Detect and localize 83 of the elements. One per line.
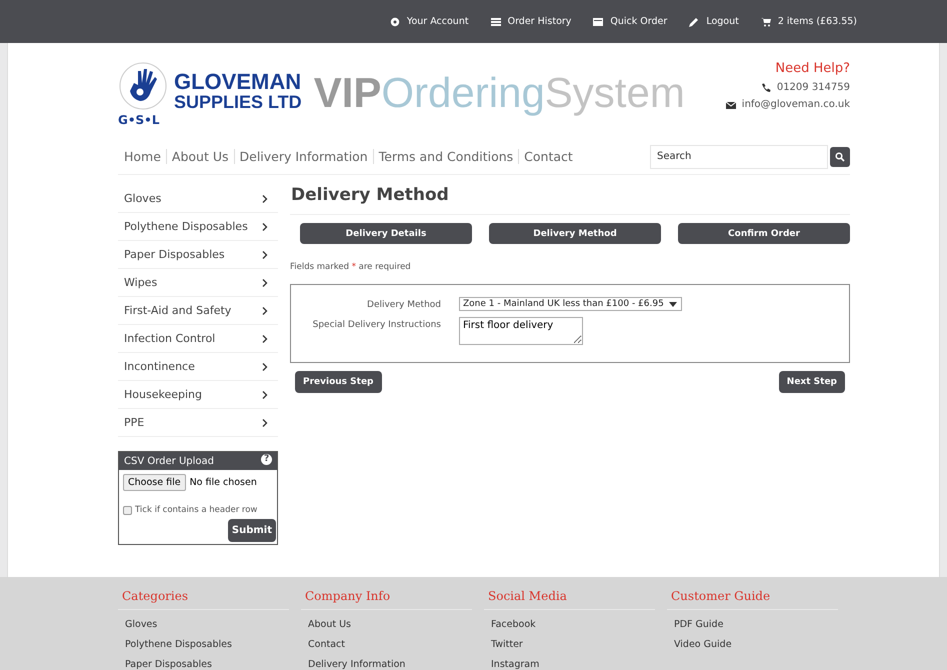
pencil-icon	[689, 16, 700, 26]
email-link[interactable]: info@gloveman.co.uk	[742, 99, 850, 110]
chevron-icon	[260, 278, 270, 288]
footer-link[interactable]: PDF Guide	[674, 619, 838, 630]
chevron-icon	[260, 334, 270, 344]
nav-link[interactable]: About Us	[166, 149, 234, 164]
site-title: System	[544, 69, 685, 116]
search-icon	[835, 152, 845, 162]
submit-button[interactable]: Submit	[228, 519, 276, 542]
site-title: Ordering	[381, 69, 545, 116]
footer-link[interactable]: Contact	[308, 639, 472, 650]
phone-number: 01209 314759	[776, 82, 850, 93]
sidebar-item[interactable]: Polythene Disposables	[118, 213, 278, 241]
help-icon	[261, 454, 272, 465]
footer-heading: Categories	[118, 589, 289, 610]
phone-icon	[760, 82, 771, 92]
step-button[interactable]: Confirm Order	[678, 223, 850, 244]
choose-file-button[interactable]: Choose file	[123, 474, 186, 491]
footer-link[interactable]: Twitter	[491, 639, 655, 650]
top-link[interactable]: 2 items (£63.55)	[760, 16, 857, 27]
sidebar-item[interactable]: Infection Control	[118, 325, 278, 353]
search-field[interactable]: Search	[650, 144, 828, 168]
sidebar-item[interactable]: Wipes	[118, 269, 278, 297]
next-button[interactable]: Next Step	[778, 371, 845, 393]
footer-heading: Social Media	[484, 589, 655, 610]
footer-link[interactable]: Gloves	[125, 619, 289, 630]
footer-link[interactable]: Paper Disposables	[125, 659, 289, 670]
footer-link[interactable]: Instagram	[491, 659, 655, 670]
chevron-icon	[260, 194, 270, 204]
chevron-icon	[260, 418, 270, 428]
footer-heading: Company Info	[301, 589, 472, 610]
page-heading: Delivery Method	[290, 185, 850, 215]
footer-link[interactable]: Polythene Disposables	[125, 639, 289, 650]
nav-link[interactable]: Home	[118, 149, 166, 164]
sidebar-item[interactable]: Paper Disposables	[118, 241, 278, 269]
search-button[interactable]	[830, 146, 850, 166]
footer-link[interactable]: About Us	[308, 619, 472, 630]
delivery-select[interactable]: Zone 1 - Mainland UK less than £100 - £6.95	[459, 297, 682, 311]
field-label: Delivery Method	[366, 299, 441, 311]
card-icon	[593, 16, 604, 26]
footer-link[interactable]: Delivery Information	[308, 659, 472, 670]
checkbox-label: Tick if contains a header row	[135, 505, 258, 515]
logo-text: GLOVEMAN	[174, 71, 302, 92]
chevron-icon	[260, 306, 270, 316]
envelope-icon	[726, 100, 736, 110]
panel-title: CSV Order Upload	[124, 456, 214, 466]
chevron-icon	[260, 362, 270, 372]
top-link[interactable]: Order History	[490, 16, 572, 27]
previous-button[interactable]: Previous Step	[295, 371, 382, 393]
nav-link[interactable]: Contact	[518, 149, 578, 164]
sidebar-item[interactable]: Housekeeping	[118, 381, 278, 409]
chevron-icon	[260, 222, 270, 232]
hand-icon	[118, 61, 168, 111]
checkbox[interactable]	[123, 506, 132, 514]
top-link[interactable]: Your Account	[390, 16, 469, 27]
list-icon	[490, 16, 501, 26]
sidebar-item[interactable]: PPE	[118, 409, 278, 437]
top-link[interactable]: Logout	[689, 16, 739, 27]
instructions-field[interactable]: First floor delivery	[459, 317, 583, 345]
file-status: No file chosen	[190, 477, 257, 488]
top-link[interactable]: Quick Order	[593, 16, 668, 27]
sidebar-item[interactable]: First-Aid and Safety	[118, 297, 278, 325]
footer-heading: Customer Guide	[667, 589, 838, 610]
chevron-icon	[260, 390, 270, 400]
cart-icon	[760, 16, 771, 26]
step-button[interactable]: Delivery Method	[489, 223, 661, 244]
dropdown-icon	[668, 299, 678, 309]
sidebar-item[interactable]: Incontinence	[118, 353, 278, 381]
sidebar-item[interactable]: Gloves	[118, 185, 278, 213]
step-button[interactable]: Delivery Details	[300, 223, 472, 244]
help-heading: Need Help?	[775, 61, 850, 76]
required-note: Fields marked * are required	[290, 262, 412, 272]
help-mark: ?	[264, 454, 270, 464]
gear-icon	[390, 16, 400, 26]
footer-link[interactable]: Facebook	[491, 619, 655, 630]
nav-link[interactable]: Terms and Conditions	[372, 149, 518, 164]
site-title: VIP	[314, 69, 382, 116]
footer-link[interactable]: Video Guide	[674, 639, 838, 650]
logo-text: SUPPLIES LTD	[174, 92, 302, 113]
nav-link[interactable]: Delivery Information	[234, 149, 373, 164]
logo-initials: G•S•L	[118, 113, 160, 127]
field-label: Special Delivery Instructions	[312, 319, 441, 332]
chevron-icon	[260, 250, 270, 260]
